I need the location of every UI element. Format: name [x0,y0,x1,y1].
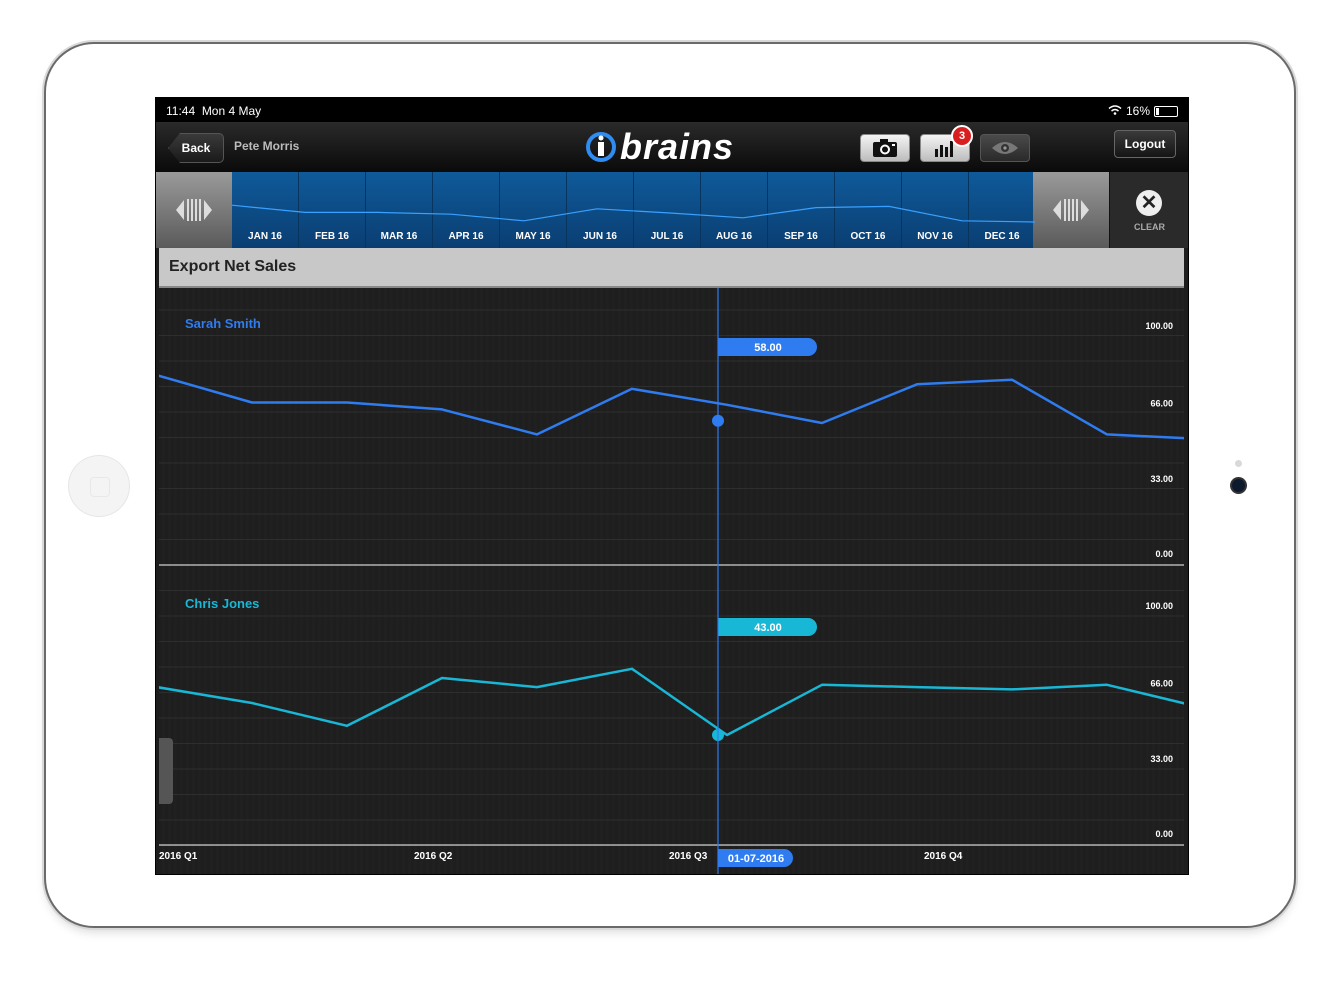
app-screen: 11:44 Mon 4 May 16% Back Pete Morris bra… [155,97,1189,875]
user-name: Pete Morris [234,139,300,153]
side-drawer-tab[interactable] [159,738,173,804]
camera-button[interactable] [860,134,910,162]
logout-button[interactable]: Logout [1114,130,1176,158]
drag-handle-icon [176,199,212,221]
close-icon: ✕ [1136,190,1162,216]
cursor-date-pill: 01-07-2016 [718,849,793,867]
y-tick-label: 66.00 [1150,679,1173,689]
cursor-value-label: 58.00 [754,342,782,354]
page-title: Export Net Sales [169,258,297,275]
y-tick-label: 33.00 [1150,754,1173,764]
sparkline-path [232,204,1036,223]
chart-area[interactable]: Sarah Smith 100.00 66.00 33.00 0.00 58.00 Chri… [159,288,1184,874]
series-name: Chris Jones [185,596,259,611]
eye-icon [992,142,1018,154]
clear-label: CLEAR [1134,222,1165,232]
app-logo: brains [586,126,735,167]
front-camera [1232,479,1245,492]
series-line [159,374,1184,440]
month-timeline[interactable]: JAN 16 FEB 16 MAR 16 APR 16 MAY 16 JUN 16 JUL … [232,172,1036,248]
charts-svg[interactable]: Sarah Smith 100.00 66.00 33.00 0.00 58.00 Chri… [159,288,1184,874]
battery-icon [1154,105,1178,117]
x-tick-label: 2016 Q3 [669,851,708,862]
cursor-value-pill: 58.00 [718,338,817,356]
series-name: Sarah Smith [185,316,261,331]
status-time: 11:44 Mon 4 May [166,104,262,118]
series-line [159,667,1184,737]
x-tick-label: 2016 Q4 [924,851,963,862]
logo-i-icon [586,132,616,162]
month-strip: JAN 16 FEB 16 MAR 16 APR 16 MAY 16 JUN 16 JUL … [156,172,1188,248]
status-right: 16% [1108,104,1178,118]
cursor-date-label: 01-07-2016 [728,853,784,865]
y-tick-label: 0.00 [1155,829,1173,839]
x-tick-label: 2016 Q2 [414,851,453,862]
sensor-dot [1235,460,1242,467]
strip-left-handle[interactable] [156,172,232,248]
y-tick-label: 100.00 [1145,321,1173,331]
top-bar: Back Pete Morris brains 3 Logout [156,122,1188,172]
wifi-icon [1108,104,1122,118]
back-button[interactable]: Back [168,133,224,163]
status-bar: 11:44 Mon 4 May 16% [156,98,1188,122]
y-tick-label: 100.00 [1145,601,1173,611]
cursor-value-pill: 43.00 [718,618,817,636]
cursor-value-label: 43.00 [754,622,782,634]
home-button[interactable] [68,455,130,517]
y-tick-label: 66.00 [1150,399,1173,409]
logo-text: brains [620,126,735,167]
charts-badge: 3 [951,125,973,147]
camera-icon [873,139,897,157]
y-tick-label: 0.00 [1155,549,1173,559]
clear-button[interactable]: ✕ CLEAR [1109,172,1188,248]
x-tick-label: 2016 Q1 [159,851,198,862]
strip-right-handle[interactable] [1033,172,1109,248]
chart-title-bar: Export Net Sales [159,248,1184,288]
y-tick-label: 33.00 [1150,474,1173,484]
timeline-sparkline [232,204,1036,223]
drag-handle-icon [1053,199,1089,221]
battery-percent: 16% [1125,104,1150,118]
charts-button[interactable]: 3 [920,125,973,162]
eye-button[interactable] [980,134,1030,162]
